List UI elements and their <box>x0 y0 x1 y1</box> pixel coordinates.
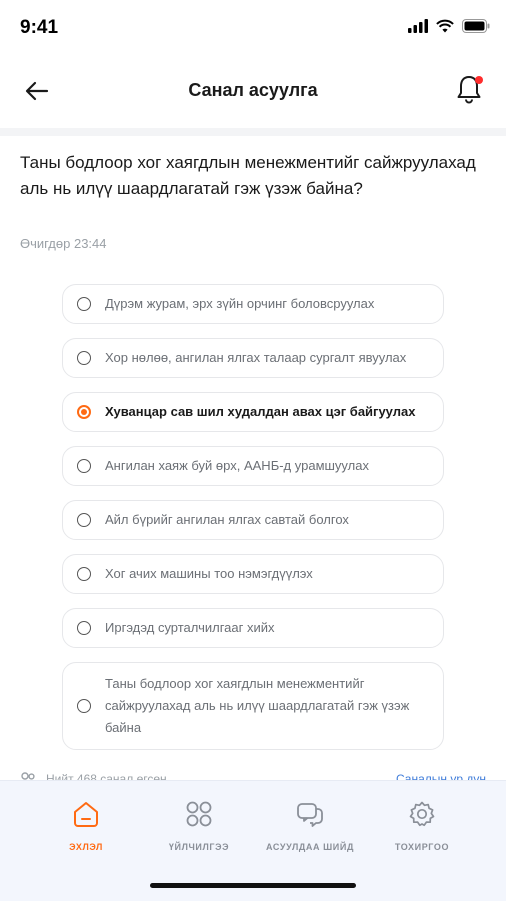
radio-button[interactable] <box>77 351 91 365</box>
option-item-selected[interactable]: Хуванцар сав шил худалдан авах цэг байгу… <box>62 392 444 432</box>
status-icons <box>408 19 490 33</box>
notification-dot <box>475 76 483 84</box>
home-icon <box>74 802 98 827</box>
option-label: Айл бүрийг ангилан ялгах савтай болгох <box>105 512 349 527</box>
tab-label: ЭХЛЭЛ <box>69 842 103 852</box>
tab-label: ҮЙЛЧИЛГЭЭ <box>168 842 230 852</box>
radio-button[interactable] <box>77 513 91 527</box>
home-indicator <box>150 883 356 888</box>
survey-options: Дүрэм журам, эрх зүйн орчинг боловсруула… <box>62 284 444 764</box>
gear-icon <box>409 801 435 827</box>
option-item[interactable]: Дүрэм журам, эрх зүйн орчинг боловсруула… <box>62 284 444 324</box>
option-item[interactable]: Иргэдэд сурталчилгааг хийх <box>62 608 444 648</box>
option-item[interactable]: Хор нөлөө, ангилан ялгах талаар сургалт … <box>62 338 444 378</box>
option-label: Таны бодлоор хог хаягдлын менежментийг с… <box>105 676 410 735</box>
tab-ask[interactable]: АСУУЛДАА ШИЙД <box>250 799 370 852</box>
option-label: Хог ачих машины тоо нэмэгдүүлэх <box>105 566 313 581</box>
option-label: Иргэдэд сурталчилгааг хийх <box>105 620 275 635</box>
option-item[interactable]: Ангилан хаяж буй өрх, ААНБ-д урамшуулах <box>62 446 444 486</box>
tab-settings[interactable]: ТОХИРГОО <box>362 799 482 852</box>
radio-button[interactable] <box>77 621 91 635</box>
tab-label: ТОХИРГОО <box>394 842 450 852</box>
notification-button[interactable] <box>454 72 484 106</box>
option-item[interactable]: Таны бодлоор хог хаягдлын менежментийг с… <box>62 662 444 750</box>
grid-icon <box>186 801 212 827</box>
battery-icon <box>462 19 490 33</box>
tab-home[interactable]: ЭХЛЭЛ <box>26 799 146 852</box>
app-header: Санал асуулга <box>0 56 506 128</box>
radio-button[interactable] <box>77 459 91 473</box>
page-title: Санал асуулга <box>188 80 318 100</box>
wifi-icon <box>436 19 454 33</box>
header-divider <box>0 128 506 136</box>
option-label: Ангилан хаяж буй өрх, ААНБ-д урамшуулах <box>105 458 369 473</box>
survey-question: Таны бодлоор хог хаягдлын менежментийг с… <box>20 153 476 198</box>
survey-date: Өчигдөр 23:44 <box>20 236 107 251</box>
signal-icon <box>408 19 428 33</box>
tab-label: АСУУЛДАА ШИЙД <box>266 842 354 852</box>
tab-services[interactable]: ҮЙЛЧИЛГЭЭ <box>139 799 259 852</box>
radio-button[interactable] <box>77 297 91 311</box>
radio-button[interactable] <box>77 699 91 713</box>
option-item[interactable]: Хог ачих машины тоо нэмэгдүүлэх <box>62 554 444 594</box>
option-item[interactable]: Айл бүрийг ангилан ялгах савтай болгох <box>62 500 444 540</box>
radio-button-selected[interactable] <box>77 405 91 419</box>
option-label: Хуванцар сав шил худалдан авах цэг байгу… <box>105 404 416 419</box>
option-label: Хор нөлөө, ангилан ялгах талаар сургалт … <box>105 350 407 365</box>
status-time: 9:41 <box>20 17 59 38</box>
chat-icon <box>297 803 323 827</box>
radio-button[interactable] <box>77 567 91 581</box>
option-label: Дүрэм журам, эрх зүйн орчинг боловсруула… <box>105 296 375 311</box>
status-bar: 9:41 <box>0 0 506 56</box>
